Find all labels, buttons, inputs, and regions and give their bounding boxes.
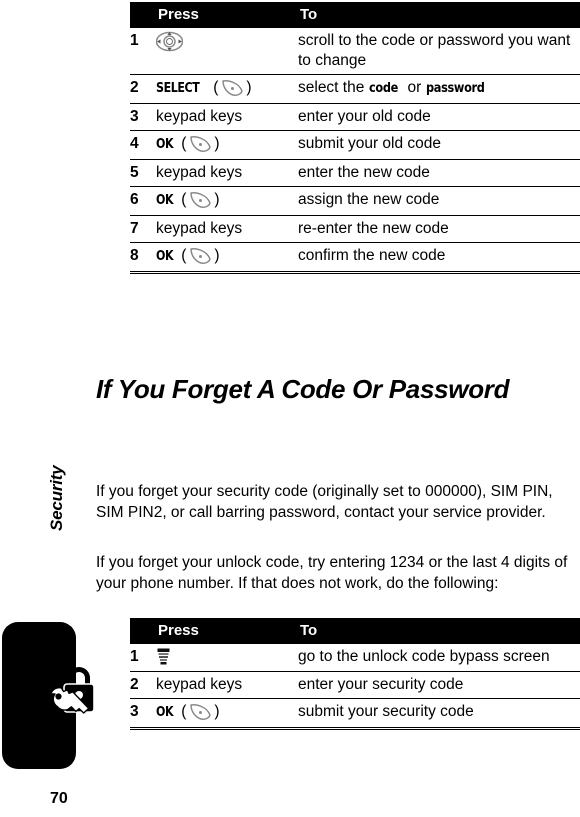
to-cell: re-enter the new code [298,215,580,244]
side-tab-label: Security [47,465,66,532]
paren-open: ( [208,79,219,97]
press-cell: keypad keys [156,103,298,132]
column-header-to: To [298,2,580,28]
table-row: 8 OK ( ) confirm the new code [130,242,580,274]
table-row: 5 keypad keys enter the new code [130,159,580,188]
change-code-steps-table: Press To 1 scroll to the code or passwor… [130,2,580,274]
paren-close: ) [214,191,220,209]
emphasis-code: code [368,80,398,96]
to-cell: assign the new code [298,186,580,216]
table-header-row: Press To [130,618,580,644]
paren-close: ) [214,135,220,153]
press-cell: SELECT ( ) [156,74,298,104]
column-header-step [130,2,156,28]
step-number: 6 [130,186,156,216]
menu-key-icon [156,647,171,666]
to-cell: select the code or password [298,74,580,104]
press-cell: keypad keys [156,215,298,244]
navigation-key-icon [155,31,184,52]
softkey-label: OK [156,136,174,153]
step-number: 3 [130,698,156,730]
body-paragraph-1: If you forget your security code (origin… [96,482,553,521]
table-header-row: Press To [130,2,580,28]
column-header-to: To [298,618,580,644]
press-cell: keypad keys [156,159,298,188]
to-cell: enter your security code [298,671,580,699]
paren-open: ( [176,135,187,153]
table-row: 1 go to the unlock code bypass screen [130,644,580,672]
table-row: 1 scroll to the code or password you wan… [130,28,580,75]
step-number: 5 [130,159,156,188]
emphasis-password: password [425,80,485,96]
column-header-step [130,618,156,644]
to-cell: confirm the new code [298,242,580,274]
press-cell: keypad keys [156,671,298,699]
step-number: 8 [130,242,156,274]
soft-key-icon [187,190,213,210]
softkey-label: OK [156,192,174,209]
press-cell [155,28,298,75]
softkey-label: OK [156,704,174,721]
step-number: 2 [130,671,156,699]
page-title: If You Forget A Code Or Password [96,373,510,404]
step-number: 1 [130,28,156,75]
press-cell: OK ( ) [156,242,298,274]
step-number: 7 [130,215,156,244]
table-row: 6 OK ( ) assign the new code [130,186,580,216]
paren-open: ( [176,191,187,209]
body-paragraph-2: If you forget your unlock code, try ente… [96,553,568,592]
softkey-label: SELECT [156,80,200,97]
table-row: 2 SELECT ( ) select the code or password [130,74,580,104]
to-cell: submit your old code [298,130,580,160]
press-cell: OK ( ) [156,186,298,216]
step-number: 3 [130,103,156,132]
paren-open: ( [176,247,187,265]
soft-key-icon [187,134,213,154]
padlock-key-icon [38,659,98,731]
page-number: 70 [50,790,68,807]
press-cell: OK ( ) [156,130,298,160]
column-header-press: Press [156,618,298,644]
table-row: 7 keypad keys re-enter the new code [130,215,580,244]
paren-close: ) [246,79,252,97]
step-number: 4 [130,130,156,160]
column-header-press: Press [156,2,298,28]
press-cell: OK ( ) [156,698,298,730]
to-cell: scroll to the code or password you want … [298,28,580,75]
to-cell: enter the new code [298,159,580,188]
press-cell [156,644,298,672]
table-row: 3 keypad keys enter your old code [130,103,580,132]
to-cell: enter your old code [298,103,580,132]
step-number: 2 [130,74,156,104]
softkey-label: OK [156,248,174,265]
unlock-bypass-steps-table: Press To 1 go to the unlock code bypass … [130,618,580,730]
table-row: 4 OK ( ) submit your old code [130,130,580,160]
soft-key-icon [219,78,245,98]
paren-open: ( [176,703,187,721]
to-text-prefix: select the [298,79,369,96]
step-number: 1 [130,644,156,672]
table-row: 2 keypad keys enter your security code [130,671,580,699]
soft-key-icon [187,246,213,266]
paren-close: ) [214,703,220,721]
soft-key-icon [187,702,213,722]
paren-close: ) [214,247,220,265]
to-cell: submit your security code [298,698,580,730]
to-cell: go to the unlock code bypass screen [298,644,580,672]
table-row: 3 OK ( ) submit your security code [130,698,580,730]
to-text-mid: or [403,79,426,96]
